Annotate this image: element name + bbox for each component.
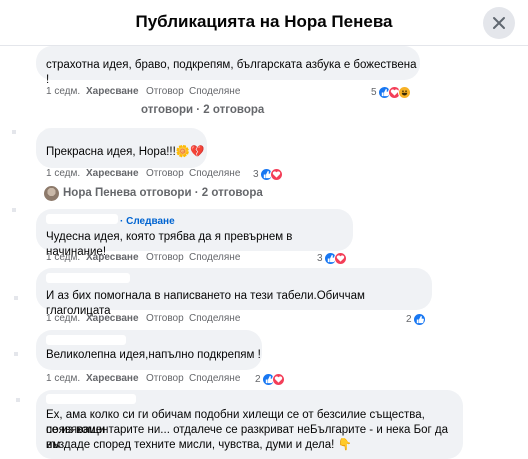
reactions-count: 5	[371, 87, 377, 98]
comment-time[interactable]: 1 седм.	[46, 168, 80, 179]
view-replies-link[interactable]: Нора Пенева отговори · 2 отговора	[63, 187, 263, 199]
comment-time[interactable]: 1 седм.	[46, 86, 80, 97]
comment-time[interactable]: 1 седм.	[46, 252, 80, 263]
like-button[interactable]: Харесване	[86, 86, 139, 97]
comment-text: страхотна идея, браво, подкрепям, българ…	[46, 59, 417, 86]
view-replies-link[interactable]: отговори · 2 отговора	[141, 104, 264, 116]
reactions-count: 2	[406, 314, 412, 325]
dialog-header: Публикацията на Нора Пенева	[0, 0, 528, 46]
like-icon	[413, 313, 426, 326]
reply-button[interactable]: Отговор	[146, 252, 184, 263]
share-button[interactable]: Споделяне	[189, 373, 240, 384]
reactions-summary[interactable]: 2	[406, 313, 436, 327]
thread-line-fragment	[16, 398, 20, 402]
comment-bubble: · Следване Чудесна идея, която трябва да…	[36, 209, 353, 258]
thread-line-fragment	[14, 296, 18, 300]
reply-button[interactable]: Отговор	[146, 86, 184, 97]
reactions-count: 3	[317, 253, 323, 264]
post-dialog: Публикацията на Нора Пенева страхотна ид…	[0, 0, 528, 459]
comment-actions: 1 седм. Харесване Отговор Споделяне	[46, 168, 266, 182]
share-button[interactable]: Споделяне	[189, 252, 240, 263]
reactions-summary[interactable]: 5	[371, 86, 421, 100]
comment-text-line: въздаде според техните мисли, чувства, д…	[46, 439, 352, 451]
comment-bubble: страхотна идея, браво, подкрепям, българ…	[36, 46, 420, 86]
comment-bubble: И аз бих помогнала в написването на тези…	[36, 268, 432, 317]
reactions-count: 2	[255, 374, 261, 385]
thread-line-fragment	[14, 352, 18, 356]
avatar[interactable]	[44, 186, 59, 201]
comment-time[interactable]: 1 седм.	[46, 373, 80, 384]
like-button[interactable]: Харесване	[86, 252, 139, 263]
comment-actions: 1 седм. Харесване Отговор Споделяне	[46, 373, 266, 387]
close-icon	[493, 17, 505, 29]
reactions-summary[interactable]: 3	[317, 252, 357, 266]
reactions-summary[interactable]: 3	[253, 168, 293, 182]
reactions-count: 3	[253, 169, 259, 180]
redacted-name	[46, 273, 130, 283]
comment-actions: 1 седм. Харесване Отговор Споделяне	[46, 86, 306, 100]
love-icon	[270, 168, 283, 181]
reactions-summary[interactable]: 2	[255, 373, 295, 387]
comment-actions: 1 седм. Харесване Отговор Споделяне	[46, 252, 266, 266]
redacted-name	[64, 104, 138, 118]
share-button[interactable]: Споделяне	[189, 168, 240, 179]
comment-actions: 1 седм. Харесване Отговор Споделяне	[46, 313, 266, 327]
share-button[interactable]: Споделяне	[189, 86, 240, 97]
like-button[interactable]: Харесване	[86, 373, 139, 384]
love-icon	[334, 252, 347, 265]
comment-bubble: Великолепна идея,напълно подкрепям !	[36, 330, 262, 370]
comment-bubble: Ех, ама колко си ги обичам подобни хилещ…	[36, 390, 463, 459]
redacted-name	[46, 214, 118, 224]
reply-button[interactable]: Отговор	[146, 373, 184, 384]
comment-text: Прекрасна идея, Нора!!!🌼💔	[46, 146, 205, 158]
redacted-name	[46, 335, 126, 345]
haha-icon	[398, 86, 411, 99]
follow-link[interactable]: · Следване	[120, 214, 175, 229]
comment-time[interactable]: 1 седм.	[46, 313, 80, 324]
comment-bubble: Прекрасна идея, Нора!!!🌼💔	[36, 128, 207, 168]
thread-line-fragment	[12, 208, 16, 212]
dialog-title: Публикацията на Нора Пенева	[135, 12, 393, 31]
like-button[interactable]: Харесване	[86, 168, 139, 179]
like-button[interactable]: Харесване	[86, 313, 139, 324]
love-icon	[272, 373, 285, 386]
close-button[interactable]	[483, 7, 515, 39]
reply-button[interactable]: Отговор	[146, 313, 184, 324]
redacted-name	[46, 394, 136, 404]
reply-button[interactable]: Отговор	[146, 168, 184, 179]
thread-line-fragment	[12, 130, 16, 134]
share-button[interactable]: Споделяне	[189, 313, 240, 324]
comment-text: Великолепна идея,напълно подкрепям !	[46, 349, 261, 361]
